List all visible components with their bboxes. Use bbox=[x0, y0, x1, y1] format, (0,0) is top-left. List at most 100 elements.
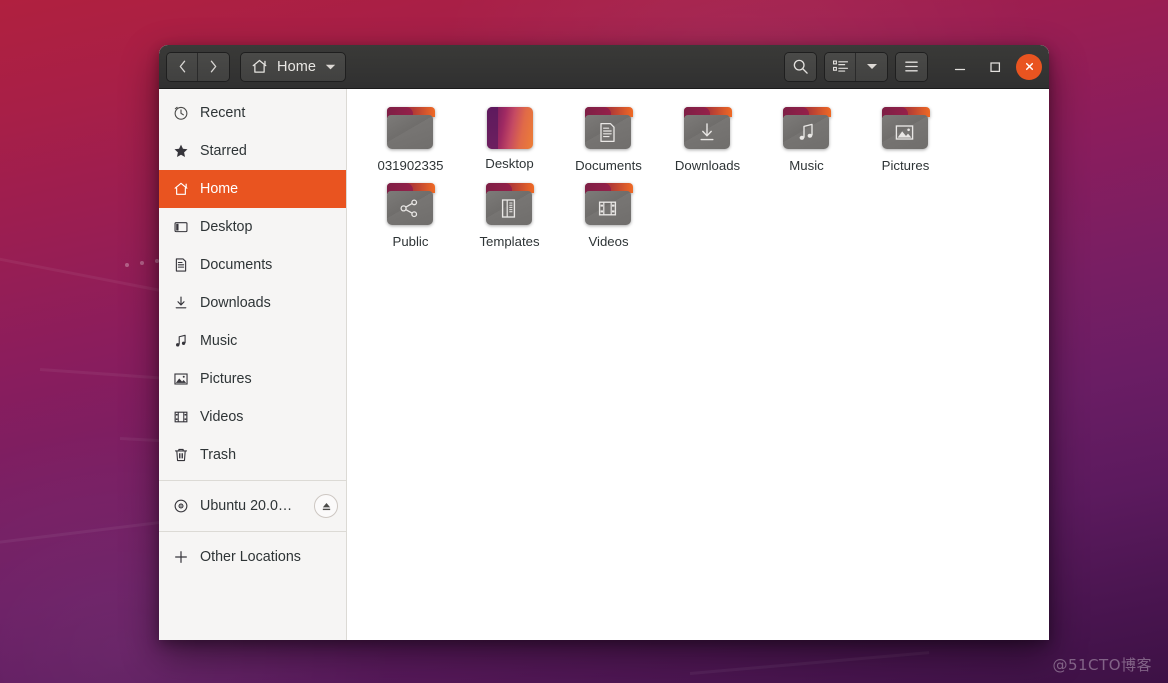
sidebar-item-recent[interactable]: Recent bbox=[159, 94, 346, 132]
maximize-icon bbox=[990, 61, 1001, 72]
trash-icon bbox=[173, 447, 189, 463]
download-icon bbox=[683, 115, 731, 149]
list-view-button[interactable] bbox=[825, 52, 856, 81]
music-icon bbox=[173, 333, 189, 349]
clock-icon bbox=[173, 105, 189, 121]
view-options-button[interactable] bbox=[856, 52, 887, 81]
template-icon bbox=[485, 191, 533, 225]
file-item-public[interactable]: Public bbox=[361, 177, 460, 253]
close-button[interactable] bbox=[1016, 53, 1042, 80]
document-icon bbox=[173, 257, 189, 273]
folder-icon bbox=[782, 107, 832, 151]
file-item-label: Pictures bbox=[881, 158, 930, 173]
download-icon bbox=[173, 295, 189, 311]
desktop-background: Home Recent Starred Home Desktop Documen… bbox=[0, 0, 1168, 683]
sidebar-item-documents[interactable]: Documents bbox=[159, 246, 346, 284]
folder-icon bbox=[683, 107, 733, 151]
music-icon bbox=[782, 115, 830, 149]
window-headerbar: Home bbox=[159, 45, 1049, 89]
sidebar-item-other-locations[interactable]: Other Locations bbox=[159, 538, 346, 576]
maximize-button[interactable] bbox=[981, 53, 1009, 81]
sidebar-item-label: Home bbox=[200, 181, 239, 197]
sidebar-item-label: Pictures bbox=[200, 371, 252, 387]
home-icon bbox=[252, 59, 267, 73]
eject-button[interactable] bbox=[314, 494, 338, 518]
sidebar-item-label: Recent bbox=[200, 105, 246, 121]
folder-icon bbox=[386, 107, 436, 151]
star-icon bbox=[173, 143, 189, 159]
watermark: @51CTO博客 bbox=[1052, 656, 1152, 674]
minimize-icon bbox=[954, 68, 966, 70]
folder-icon bbox=[584, 107, 634, 151]
sidebar-item-home[interactable]: Home bbox=[159, 170, 346, 208]
navigation-buttons bbox=[166, 51, 230, 82]
share-icon bbox=[386, 191, 434, 225]
document-icon bbox=[584, 115, 632, 149]
sidebar-item-label: Other Locations bbox=[200, 549, 301, 565]
wallpaper-dot bbox=[140, 261, 144, 265]
desktop-icon bbox=[173, 219, 189, 235]
chevron-down-icon bbox=[325, 64, 336, 69]
wallpaper-streak bbox=[689, 651, 930, 675]
file-item-pictures[interactable]: Pictures bbox=[856, 101, 955, 177]
sidebar-item-music[interactable]: Music bbox=[159, 322, 346, 360]
file-item-templates[interactable]: Templates bbox=[460, 177, 559, 253]
folder-icon bbox=[485, 183, 535, 227]
search-icon bbox=[793, 59, 808, 74]
file-item-videos[interactable]: Videos bbox=[559, 177, 658, 253]
home-icon bbox=[173, 181, 189, 197]
sidebar: Recent Starred Home Desktop Documents Do… bbox=[159, 89, 347, 640]
chevron-right-icon bbox=[210, 60, 217, 73]
sidebar-item-desktop[interactable]: Desktop bbox=[159, 208, 346, 246]
file-item-label: Templates bbox=[479, 234, 540, 249]
plus-icon bbox=[173, 549, 189, 565]
sidebar-divider bbox=[159, 531, 346, 532]
location-path-button[interactable]: Home bbox=[240, 51, 347, 82]
location-path-label: Home bbox=[277, 58, 317, 75]
sidebar-item-label: Ubuntu 20.0… bbox=[200, 498, 293, 514]
back-button[interactable] bbox=[167, 52, 198, 81]
menu-group bbox=[895, 51, 928, 82]
file-item-label: Videos bbox=[588, 234, 629, 249]
sidebar-item-pictures[interactable]: Pictures bbox=[159, 360, 346, 398]
picture-icon bbox=[881, 115, 929, 149]
sidebar-item-downloads[interactable]: Downloads bbox=[159, 284, 346, 322]
folder-icon bbox=[386, 183, 436, 227]
sidebar-item-label: Trash bbox=[200, 447, 237, 463]
file-item-documents[interactable]: Documents bbox=[559, 101, 658, 177]
file-item-031902335[interactable]: 031902335 bbox=[361, 101, 460, 177]
forward-button[interactable] bbox=[198, 52, 229, 81]
close-icon bbox=[1025, 62, 1033, 71]
wallpaper-dot bbox=[125, 263, 129, 267]
search-button[interactable] bbox=[785, 52, 816, 81]
hamburger-menu-icon bbox=[905, 61, 918, 72]
sidebar-divider bbox=[159, 480, 346, 481]
sidebar-item-label: Desktop bbox=[200, 219, 253, 235]
file-item-downloads[interactable]: Downloads bbox=[658, 101, 757, 177]
sidebar-item-label: Videos bbox=[200, 409, 244, 425]
minimize-button[interactable] bbox=[946, 53, 974, 81]
disc-icon bbox=[173, 498, 189, 514]
file-item-desktop[interactable]: Desktop bbox=[460, 101, 559, 177]
sidebar-item-ubuntu-disc[interactable]: Ubuntu 20.0… bbox=[159, 487, 346, 525]
sidebar-item-starred[interactable]: Starred bbox=[159, 132, 346, 170]
video-icon bbox=[584, 191, 632, 225]
file-grid: 031902335 Desktop Documents Downloads Mu… bbox=[361, 101, 1039, 253]
wallpaper-thumbnail-icon bbox=[486, 107, 533, 149]
sidebar-item-videos[interactable]: Videos bbox=[159, 398, 346, 436]
window-body: Recent Starred Home Desktop Documents Do… bbox=[159, 89, 1049, 640]
chevron-left-icon bbox=[179, 60, 185, 73]
sidebar-item-label: Documents bbox=[200, 257, 273, 273]
headerbar-actions bbox=[784, 51, 1042, 82]
main-menu-button[interactable] bbox=[896, 52, 927, 81]
file-grid-area[interactable]: 031902335 Desktop Documents Downloads Mu… bbox=[347, 89, 1049, 640]
folder-icon bbox=[584, 183, 634, 227]
sidebar-item-trash[interactable]: Trash bbox=[159, 436, 346, 474]
file-item-music[interactable]: Music bbox=[757, 101, 856, 177]
chevron-down-icon bbox=[866, 64, 877, 69]
file-item-label: 031902335 bbox=[377, 158, 444, 173]
list-view-icon bbox=[832, 60, 848, 72]
file-item-label: Documents bbox=[575, 158, 642, 173]
view-mode-group bbox=[824, 51, 888, 82]
file-item-label: Downloads bbox=[674, 158, 741, 173]
